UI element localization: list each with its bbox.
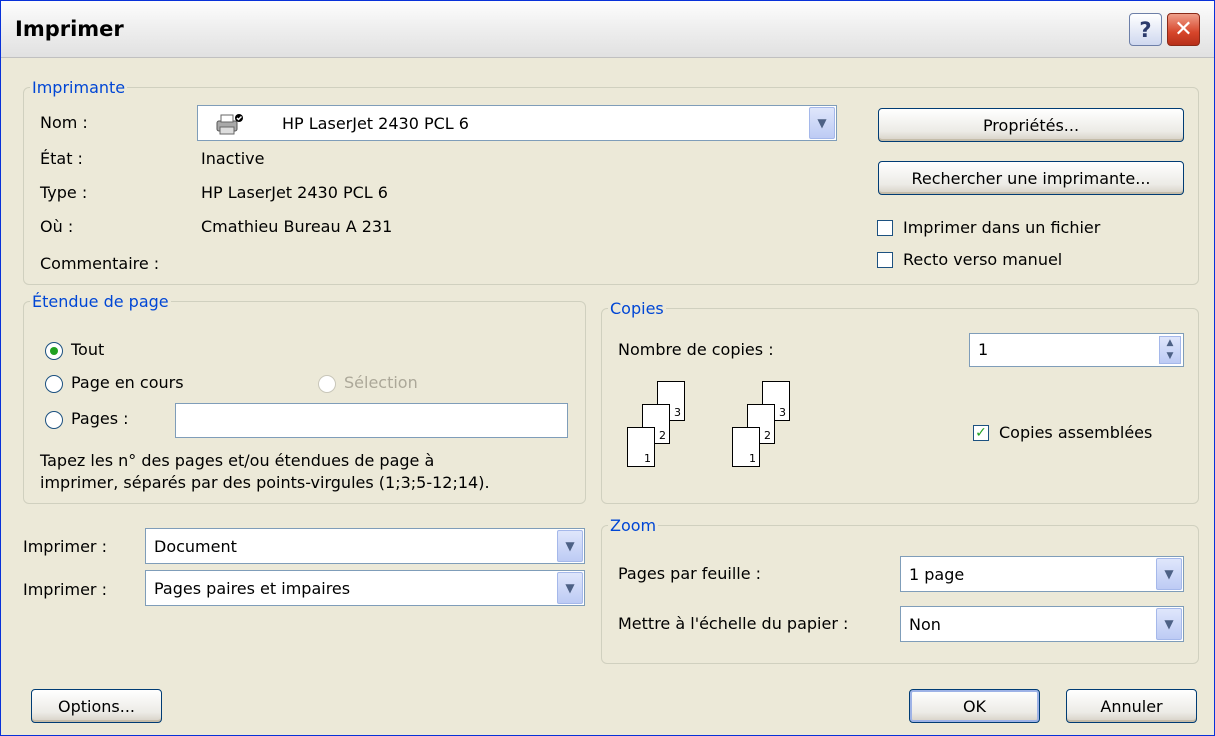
copies-count-value: 1 [978, 340, 989, 359]
print-pages-value: Pages paires et impaires [154, 579, 351, 598]
help-icon[interactable]: ? [1129, 13, 1162, 46]
radio-all[interactable] [45, 342, 63, 360]
chevron-down-icon[interactable]: ▼ [557, 572, 583, 604]
pages-per-sheet-value: 1 page [909, 565, 965, 584]
printer-name-value: HP LaserJet 2430 PCL 6 [282, 114, 469, 133]
page-range-help-line2: imprimer, séparés par des points-virgule… [40, 473, 490, 492]
radio-current-page-label[interactable]: Page en cours [71, 373, 184, 392]
printer-name-select[interactable]: HP LaserJet 2430 PCL 6 ▼ [197, 105, 837, 141]
manual-duplex-label[interactable]: Recto verso manuel [903, 250, 1062, 269]
page-range-legend: Étendue de page [32, 292, 169, 311]
collate-checkbox[interactable]: ✓ [973, 425, 989, 441]
options-button[interactable]: Options... [31, 689, 162, 723]
printer-state-label: État : [40, 149, 83, 168]
ok-button[interactable]: OK [909, 689, 1040, 723]
printer-group-legend: Imprimante [32, 78, 126, 97]
scale-value: Non [909, 615, 941, 634]
chevron-down-icon[interactable]: ▼ [809, 107, 835, 139]
cancel-button[interactable]: Annuler [1066, 689, 1197, 723]
copies-count-label: Nombre de copies : [618, 340, 774, 359]
close-icon[interactable]: ✕ [1167, 13, 1200, 46]
copies-legend: Copies [610, 299, 664, 318]
chevron-down-icon[interactable]: ▼ [1156, 558, 1182, 590]
printer-icon [216, 114, 243, 135]
printer-where-label: Où : [40, 217, 74, 236]
find-printer-button[interactable]: Rechercher une imprimante... [878, 161, 1184, 195]
printer-comment-label: Commentaire : [40, 254, 160, 273]
chevron-down-icon[interactable]: ▼ [557, 530, 583, 562]
pages-per-sheet-select[interactable]: 1 page ▼ [900, 556, 1184, 592]
printer-name-label: Nom : [40, 113, 88, 132]
spinner-icon[interactable]: ▲ ▼ [1159, 336, 1181, 364]
copies-count-input[interactable]: 1 ▲ ▼ [969, 333, 1184, 367]
radio-selection [318, 375, 336, 393]
pages-input[interactable] [175, 403, 568, 438]
chevron-down-icon[interactable]: ▼ [1156, 608, 1182, 640]
radio-all-label[interactable]: Tout [71, 340, 104, 359]
properties-button[interactable]: Propriétés... [878, 108, 1184, 142]
printer-where-value: Cmathieu Bureau A 231 [201, 217, 393, 236]
radio-pages-label[interactable]: Pages : [71, 409, 129, 428]
printer-state-value: Inactive [201, 149, 265, 168]
print-dialog: Imprimer ? ✕ Imprimante Nom : HP LaserJe… [0, 0, 1215, 736]
manual-duplex-checkbox[interactable] [877, 252, 893, 268]
print-what-value: Document [154, 537, 237, 556]
page-range-help-line1: Tapez les n° des pages et/ou étendues de… [40, 451, 435, 470]
pages-per-sheet-label: Pages par feuille : [618, 564, 762, 583]
print-what-label: Imprimer : [23, 537, 107, 556]
print-what-select[interactable]: Document ▼ [145, 528, 585, 564]
title-bar: Imprimer ? ✕ [1, 1, 1214, 58]
printer-type-value: HP LaserJet 2430 PCL 6 [201, 183, 388, 202]
print-pages-select[interactable]: Pages paires et impaires ▼ [145, 570, 585, 606]
window-title: Imprimer [15, 17, 124, 41]
print-pages-label: Imprimer : [23, 580, 107, 599]
print-to-file-checkbox[interactable] [877, 220, 893, 236]
radio-selection-label: Sélection [344, 373, 418, 392]
page-icon: 1 [732, 427, 760, 467]
copies-group: Copies [601, 299, 1199, 504]
print-to-file-label[interactable]: Imprimer dans un fichier [903, 218, 1100, 237]
page-icon: 1 [627, 427, 655, 467]
zoom-legend: Zoom [610, 516, 657, 535]
radio-pages[interactable] [45, 411, 63, 429]
printer-type-label: Type : [40, 183, 88, 202]
radio-current-page[interactable] [45, 375, 63, 393]
collate-label[interactable]: Copies assemblées [999, 423, 1152, 442]
scale-label: Mettre à l'échelle du papier : [618, 614, 849, 633]
scale-select[interactable]: Non ▼ [900, 606, 1184, 642]
